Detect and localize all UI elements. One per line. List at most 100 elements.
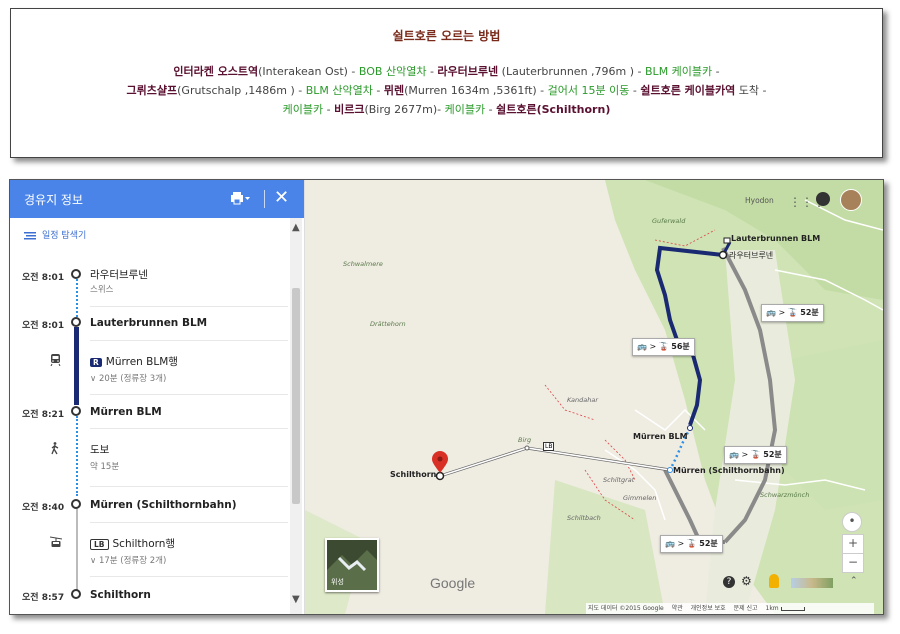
station-label[interactable]: Lauterbrunnen BLM xyxy=(731,234,820,243)
terms-link[interactable]: 약관 xyxy=(672,605,683,612)
route-segment: 비르크 xyxy=(334,103,365,116)
place-label: Birg xyxy=(518,436,532,444)
stop-time: 오전 8:01 xyxy=(22,273,65,283)
itinerary-explorer-label: 일정 탐색기 xyxy=(42,231,87,241)
stop-name[interactable]: Mürren BLM xyxy=(90,406,162,418)
scale-bar xyxy=(780,606,805,611)
help-icon[interactable]: ? xyxy=(723,576,735,588)
leg-detail[interactable]: ∨ 17분 (정류장 2개) xyxy=(90,554,166,566)
row-divider xyxy=(90,340,288,341)
cablecar-icon xyxy=(49,536,63,551)
callout-duration: 56분 xyxy=(671,342,690,351)
stop-name[interactable]: Lauterbrunnen BLM xyxy=(90,317,207,329)
route-segment: - xyxy=(629,84,641,97)
route-duration-callout[interactable]: 🚌 > 🚡 52분 xyxy=(761,304,824,322)
print-icon[interactable] xyxy=(229,190,251,206)
stop-country: 스위스 xyxy=(90,285,114,295)
cablecar-badge: LB xyxy=(90,539,109,550)
imagery-strip[interactable] xyxy=(791,578,833,588)
close-icon[interactable]: ✕ xyxy=(274,187,289,208)
my-location-button[interactable]: • xyxy=(842,512,862,532)
leg-detail-text: 17분 (정류장 2개) xyxy=(98,556,167,566)
itinerary-explorer-link[interactable]: 일정 탐색기 xyxy=(24,228,86,241)
list-icon xyxy=(24,231,36,239)
route-segment: (Birg 2677m)- xyxy=(364,103,445,116)
google-logo: Google xyxy=(430,575,476,591)
zoom-out-button[interactable]: − xyxy=(842,553,864,573)
row-divider xyxy=(90,394,288,395)
map-canvas[interactable]: Guferwald Hyodon Schwalmere Drättehorn K… xyxy=(305,180,883,614)
avatar[interactable] xyxy=(840,189,862,211)
headsign-text: Mürren BLM행 xyxy=(105,356,178,368)
walk-detail: 약 15분 xyxy=(90,462,120,472)
leg-detail-text: 20분 (정류장 3개) xyxy=(98,374,167,384)
cable-route-line xyxy=(76,509,78,595)
route-segment: - xyxy=(426,65,438,78)
route-segment: - xyxy=(712,65,720,78)
route-info-box: 쉴트호른 오르는 방법 인터라켄 오스트역(Interakean Ost) - … xyxy=(10,8,883,158)
route-segment: (Interakean Ost) - xyxy=(258,65,359,78)
row-divider xyxy=(90,576,288,577)
notifications-icon[interactable] xyxy=(816,192,830,206)
transfer-dots xyxy=(76,279,80,317)
scroll-down-arrow[interactable]: ▼ xyxy=(292,594,300,605)
route-segment: BOB 산악열차 xyxy=(358,65,427,78)
place-label: Schiltbach xyxy=(567,514,601,522)
place-label: Schwarzmönch xyxy=(760,491,810,499)
train-route-line xyxy=(74,327,79,405)
walk-dots xyxy=(76,416,80,496)
panel-header: 경유지 정보 ✕ xyxy=(10,180,304,218)
map-data-credit: 지도 데이터 ©2015 Google xyxy=(588,605,664,612)
route-segment: (Lauterbrunnen ,796m ) - xyxy=(498,65,646,78)
map-footer: 지도 데이터 ©2015 Google 약관 개인정보 보호 문제 신고 1km xyxy=(586,603,874,614)
stop-time: 오전 8:21 xyxy=(22,410,65,420)
station-label[interactable]: Schilthorn xyxy=(390,470,436,479)
place-label: Schwalmere xyxy=(343,260,383,268)
station-label[interactable]: Mürren (Schilthornbahn) xyxy=(673,466,785,475)
walking-icon xyxy=(50,442,60,458)
satellite-toggle[interactable]: 위성 xyxy=(325,538,379,592)
row-divider xyxy=(90,522,288,523)
route-segment: (Murren 1634m ,5361ft) - xyxy=(404,84,548,97)
route-line-3: 케이블카 - 비르크(Birg 2677m)- 케이블카 - 쉴트호른(Schi… xyxy=(51,100,842,119)
scrollbar-thumb[interactable] xyxy=(292,288,300,504)
place-label: Hyodon xyxy=(745,196,774,205)
expand-chevron-icon[interactable]: ⌃ xyxy=(850,576,858,586)
panel-title: 경유지 정보 xyxy=(24,193,84,207)
stop-marker xyxy=(71,406,81,416)
leg-headsign[interactable]: LB Schilthorn행 xyxy=(90,536,175,551)
route-duration-callout[interactable]: 🚌 > 🚡 52분 xyxy=(724,446,787,464)
stop-name[interactable]: Schilthorn xyxy=(90,589,151,601)
pegman-icon[interactable] xyxy=(769,574,779,588)
route-segment: - xyxy=(372,84,384,97)
stop-marker xyxy=(71,499,81,509)
cablecar-badge-text: LB xyxy=(545,443,553,450)
leg-headsign[interactable]: R Mürren BLM행 xyxy=(90,354,178,369)
stop-marker xyxy=(71,269,81,279)
place-label: Drättehorn xyxy=(370,320,406,328)
station-label[interactable]: Mürren BLM xyxy=(633,432,688,441)
settings-gear-icon[interactable]: ⚙ xyxy=(741,574,752,588)
route-segment: 쉴트호른 케이블카역 xyxy=(640,84,736,97)
report-link[interactable]: 문제 신고 xyxy=(734,605,758,612)
callout-duration: 52분 xyxy=(699,539,718,548)
leg-detail[interactable]: ∨ 20분 (정류장 3개) xyxy=(90,372,166,384)
walk-mode: 도보 xyxy=(90,444,110,456)
route-segment: - xyxy=(485,103,497,116)
stop-name[interactable]: Mürren (Schilthornbahn) xyxy=(90,499,237,511)
train-icon xyxy=(50,354,61,369)
route-duration-callout[interactable]: 🚌 > 🚡 56분 xyxy=(632,338,695,356)
privacy-link[interactable]: 개인정보 보호 xyxy=(691,605,726,612)
header-divider xyxy=(264,190,265,208)
stop-name[interactable]: 라우터브루넨 xyxy=(90,267,148,282)
place-label: Guferwald xyxy=(652,217,686,225)
route-duration-callout[interactable]: 🚌 > 🚡 52분 xyxy=(660,535,723,553)
route-segment: BLM 산악열차 xyxy=(305,84,373,97)
info-title: 쉴트호른 오르는 방법 xyxy=(392,29,501,43)
row-divider xyxy=(90,428,288,429)
route-segment: 쉴트호른(Schilthorn) xyxy=(496,103,611,116)
scroll-up-arrow[interactable]: ▲ xyxy=(292,222,300,233)
station-label[interactable]: 라우터브루넨 xyxy=(729,250,773,261)
zoom-in-button[interactable]: + xyxy=(842,534,864,554)
headsign-text: Schilthorn행 xyxy=(112,538,176,550)
